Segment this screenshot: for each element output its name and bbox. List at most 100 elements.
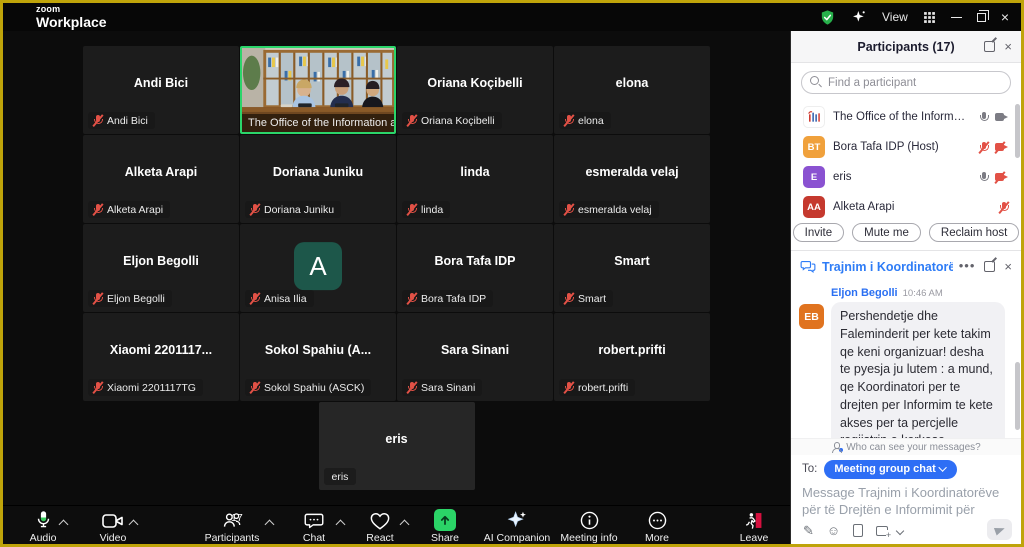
video-tile-active-speaker[interactable]: The Office of the Information an...: [240, 46, 396, 134]
participant-name: elona: [554, 46, 710, 120]
video-tile[interactable]: Alketa Arapi Alketa Arapi: [83, 135, 239, 223]
emoji-icon[interactable]: ☺: [827, 524, 840, 537]
restore-button[interactable]: [977, 13, 986, 22]
video-tile[interactable]: Smart Smart: [554, 224, 710, 312]
leave-button[interactable]: Leave: [729, 509, 779, 544]
video-tile[interactable]: Doriana Juniku Doriana Juniku: [240, 135, 396, 223]
video-tile[interactable]: linda linda: [397, 135, 553, 223]
chat-icon: [290, 509, 338, 531]
close-panel-icon[interactable]: ×: [1004, 40, 1012, 53]
tile-name-tag: robert.prifti: [559, 379, 635, 396]
participant-name: Oriana Koçibelli: [397, 46, 553, 120]
video-tile[interactable]: Oriana Koçibelli Oriana Koçibelli: [397, 46, 553, 134]
video-tile[interactable]: Sara Sinani Sara Sinani: [397, 313, 553, 401]
search-icon: [810, 76, 819, 85]
video-tile[interactable]: Andi Bici Andi Bici: [83, 46, 239, 134]
participant-name: Sokol Spahiu (A...: [240, 313, 396, 387]
participants-list[interactable]: The Office of the Informat... (Me) BT Bo…: [791, 100, 1021, 223]
muted-mic-icon: [250, 293, 260, 305]
message-bubble: Pershendetje dhe Faleminderit per kete t…: [831, 302, 1005, 438]
tile-name-tag: Xiaomi 2201117TG: [88, 379, 203, 396]
chat-more-icon[interactable]: •••: [959, 263, 976, 270]
meeting-toolbar: Audio Video 17 Participants: [3, 505, 790, 544]
view-grid-icon[interactable]: [923, 11, 936, 24]
search-input[interactable]: [801, 71, 1011, 94]
popout-icon[interactable]: [984, 261, 995, 272]
zoom-workplace-logo: zoom Workplace: [36, 5, 107, 29]
privacy-note[interactable]: Who can see your messages?: [791, 438, 1021, 455]
close-panel-icon[interactable]: ×: [1004, 260, 1012, 273]
chat-input[interactable]: Message Trajnim i Koordinatorëve për të …: [791, 483, 1021, 517]
chat-scrollbar[interactable]: [1015, 362, 1020, 430]
video-tile[interactable]: A Anisa Ilia: [240, 224, 396, 312]
participant-row[interactable]: BT Bora Tafa IDP (Host): [803, 132, 1009, 162]
chat-messages[interactable]: Eljon Begolli 10:46 AM EB Pershendetje d…: [791, 282, 1021, 438]
video-tile[interactable]: eris eris: [319, 402, 475, 490]
popout-icon[interactable]: [984, 41, 995, 52]
participant-search: [791, 63, 1021, 100]
tile-name-tag: elona: [559, 112, 611, 129]
security-shield-icon[interactable]: [819, 9, 836, 26]
audio-menu-caret[interactable]: [60, 518, 68, 526]
mic-icon[interactable]: [979, 171, 989, 183]
camera-off-icon[interactable]: [995, 142, 1009, 153]
tile-name-tag: The Office of the Information an...: [242, 114, 394, 132]
tile-name-tag: Eljon Begolli: [88, 290, 172, 307]
camera-icon[interactable]: [995, 112, 1009, 123]
video-tile[interactable]: Xiaomi 2201117... Xiaomi 2201117TG: [83, 313, 239, 401]
view-button[interactable]: View: [882, 10, 908, 24]
video-tile[interactable]: robert.prifti robert.prifti: [554, 313, 710, 401]
share-button[interactable]: Share: [420, 509, 470, 544]
ai-companion-button[interactable]: AI Companion: [476, 509, 558, 544]
participants-button[interactable]: 17 Participants: [197, 509, 267, 544]
more-icon: [633, 509, 681, 531]
leave-icon: [729, 509, 779, 531]
video-tile[interactable]: Eljon Begolli Eljon Begolli: [83, 224, 239, 312]
more-button[interactable]: More: [633, 509, 681, 544]
participants-actions: Invite Mute me Reclaim host: [791, 223, 1021, 250]
screenshot-icon[interactable]: [876, 526, 888, 536]
muted-mic-icon: [93, 293, 103, 305]
zoom-logo-text: zoom: [36, 5, 107, 14]
participant-row[interactable]: E eris: [803, 162, 1009, 192]
participant-row[interactable]: AA Alketa Arapi: [803, 192, 1009, 222]
participant-name: linda: [397, 135, 553, 209]
invite-button[interactable]: Invite: [793, 223, 845, 242]
muted-mic-icon[interactable]: [999, 201, 1009, 213]
privacy-person-icon: [831, 442, 841, 452]
video-tile[interactable]: elona elona: [554, 46, 710, 134]
react-menu-caret[interactable]: [401, 518, 409, 526]
meeting-info-button[interactable]: Meeting info: [554, 509, 624, 544]
chat-menu-caret[interactable]: [337, 518, 345, 526]
attach-file-icon[interactable]: [853, 524, 863, 537]
participants-menu-caret[interactable]: [266, 518, 274, 526]
react-button[interactable]: React: [355, 509, 405, 544]
muted-mic-icon: [93, 115, 103, 127]
ai-sparkle-icon[interactable]: [851, 9, 867, 25]
video-tile[interactable]: Bora Tafa IDP Bora Tafa IDP: [397, 224, 553, 312]
tile-name-tag: linda: [402, 201, 450, 218]
info-icon: [554, 509, 624, 531]
send-button[interactable]: [987, 519, 1012, 540]
recipient-selector[interactable]: Meeting group chat: [824, 460, 956, 479]
chevron-down-icon[interactable]: [896, 526, 904, 534]
minimize-button[interactable]: [951, 17, 962, 18]
mute-me-button[interactable]: Mute me: [852, 223, 921, 242]
participants-scrollbar[interactable]: [1015, 104, 1020, 158]
reclaim-host-button[interactable]: Reclaim host: [929, 223, 1019, 242]
muted-mic-icon[interactable]: [979, 141, 989, 153]
workplace-logo-text: Workplace: [36, 15, 107, 29]
video-tile[interactable]: Sokol Spahiu (A... Sokol Spahiu (ASCK): [240, 313, 396, 401]
tile-name-tag: Smart: [559, 290, 613, 307]
chat-button[interactable]: Chat: [290, 509, 338, 544]
video-tile[interactable]: esmeralda velaj esmeralda velaj: [554, 135, 710, 223]
camera-off-icon[interactable]: [995, 172, 1009, 183]
chat-panel-header: Trajnim i Koordinatorëve ... ••• ×: [791, 250, 1021, 282]
participants-panel-header: Participants (17) ×: [791, 31, 1021, 63]
close-button[interactable]: ×: [1001, 10, 1009, 24]
format-icon[interactable]: ✎: [803, 524, 814, 537]
video-menu-caret[interactable]: [130, 518, 138, 526]
participant-row[interactable]: The Office of the Informat... (Me): [803, 102, 1009, 132]
mic-icon[interactable]: [979, 111, 989, 123]
participant-name: Alketa Arapi: [83, 135, 239, 209]
